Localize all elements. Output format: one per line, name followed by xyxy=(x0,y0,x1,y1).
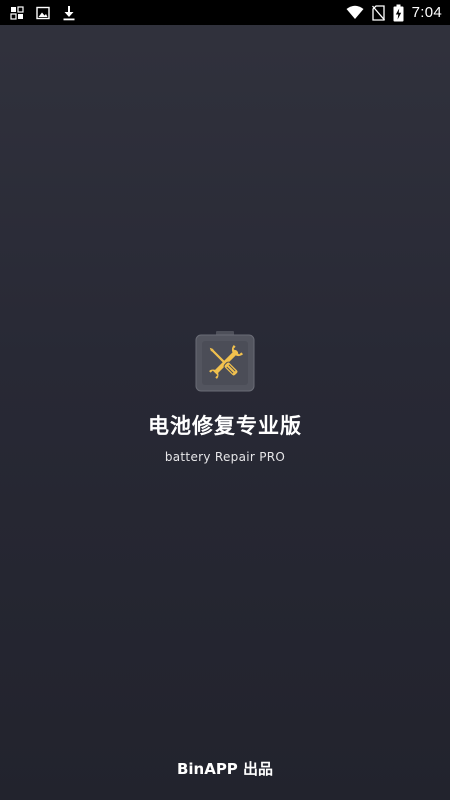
status-bar-notifications xyxy=(10,4,76,21)
notification-grid-icon xyxy=(10,5,24,20)
image-icon xyxy=(36,6,50,19)
status-bar-system: 7:04 xyxy=(346,3,442,22)
wifi-icon xyxy=(346,5,364,19)
download-icon xyxy=(63,5,75,20)
battery-repair-tools-icon xyxy=(195,331,255,392)
no-sim-icon xyxy=(371,4,385,21)
status-time: 7:04 xyxy=(411,4,442,21)
battery-charging-icon xyxy=(393,4,404,21)
publisher-credit: BinAPP 出品 xyxy=(176,760,274,778)
splash-branding: 电池修复专业版 battery Repair PRO xyxy=(0,331,450,464)
status-bar: 7:04 xyxy=(0,0,450,25)
splash-screen: 7:04 电池修复专业版 battery Repair PRO BinAPP 出… xyxy=(0,0,450,800)
app-title: 电池修复专业版 xyxy=(148,414,302,438)
app-subtitle: battery Repair PRO xyxy=(164,450,286,464)
